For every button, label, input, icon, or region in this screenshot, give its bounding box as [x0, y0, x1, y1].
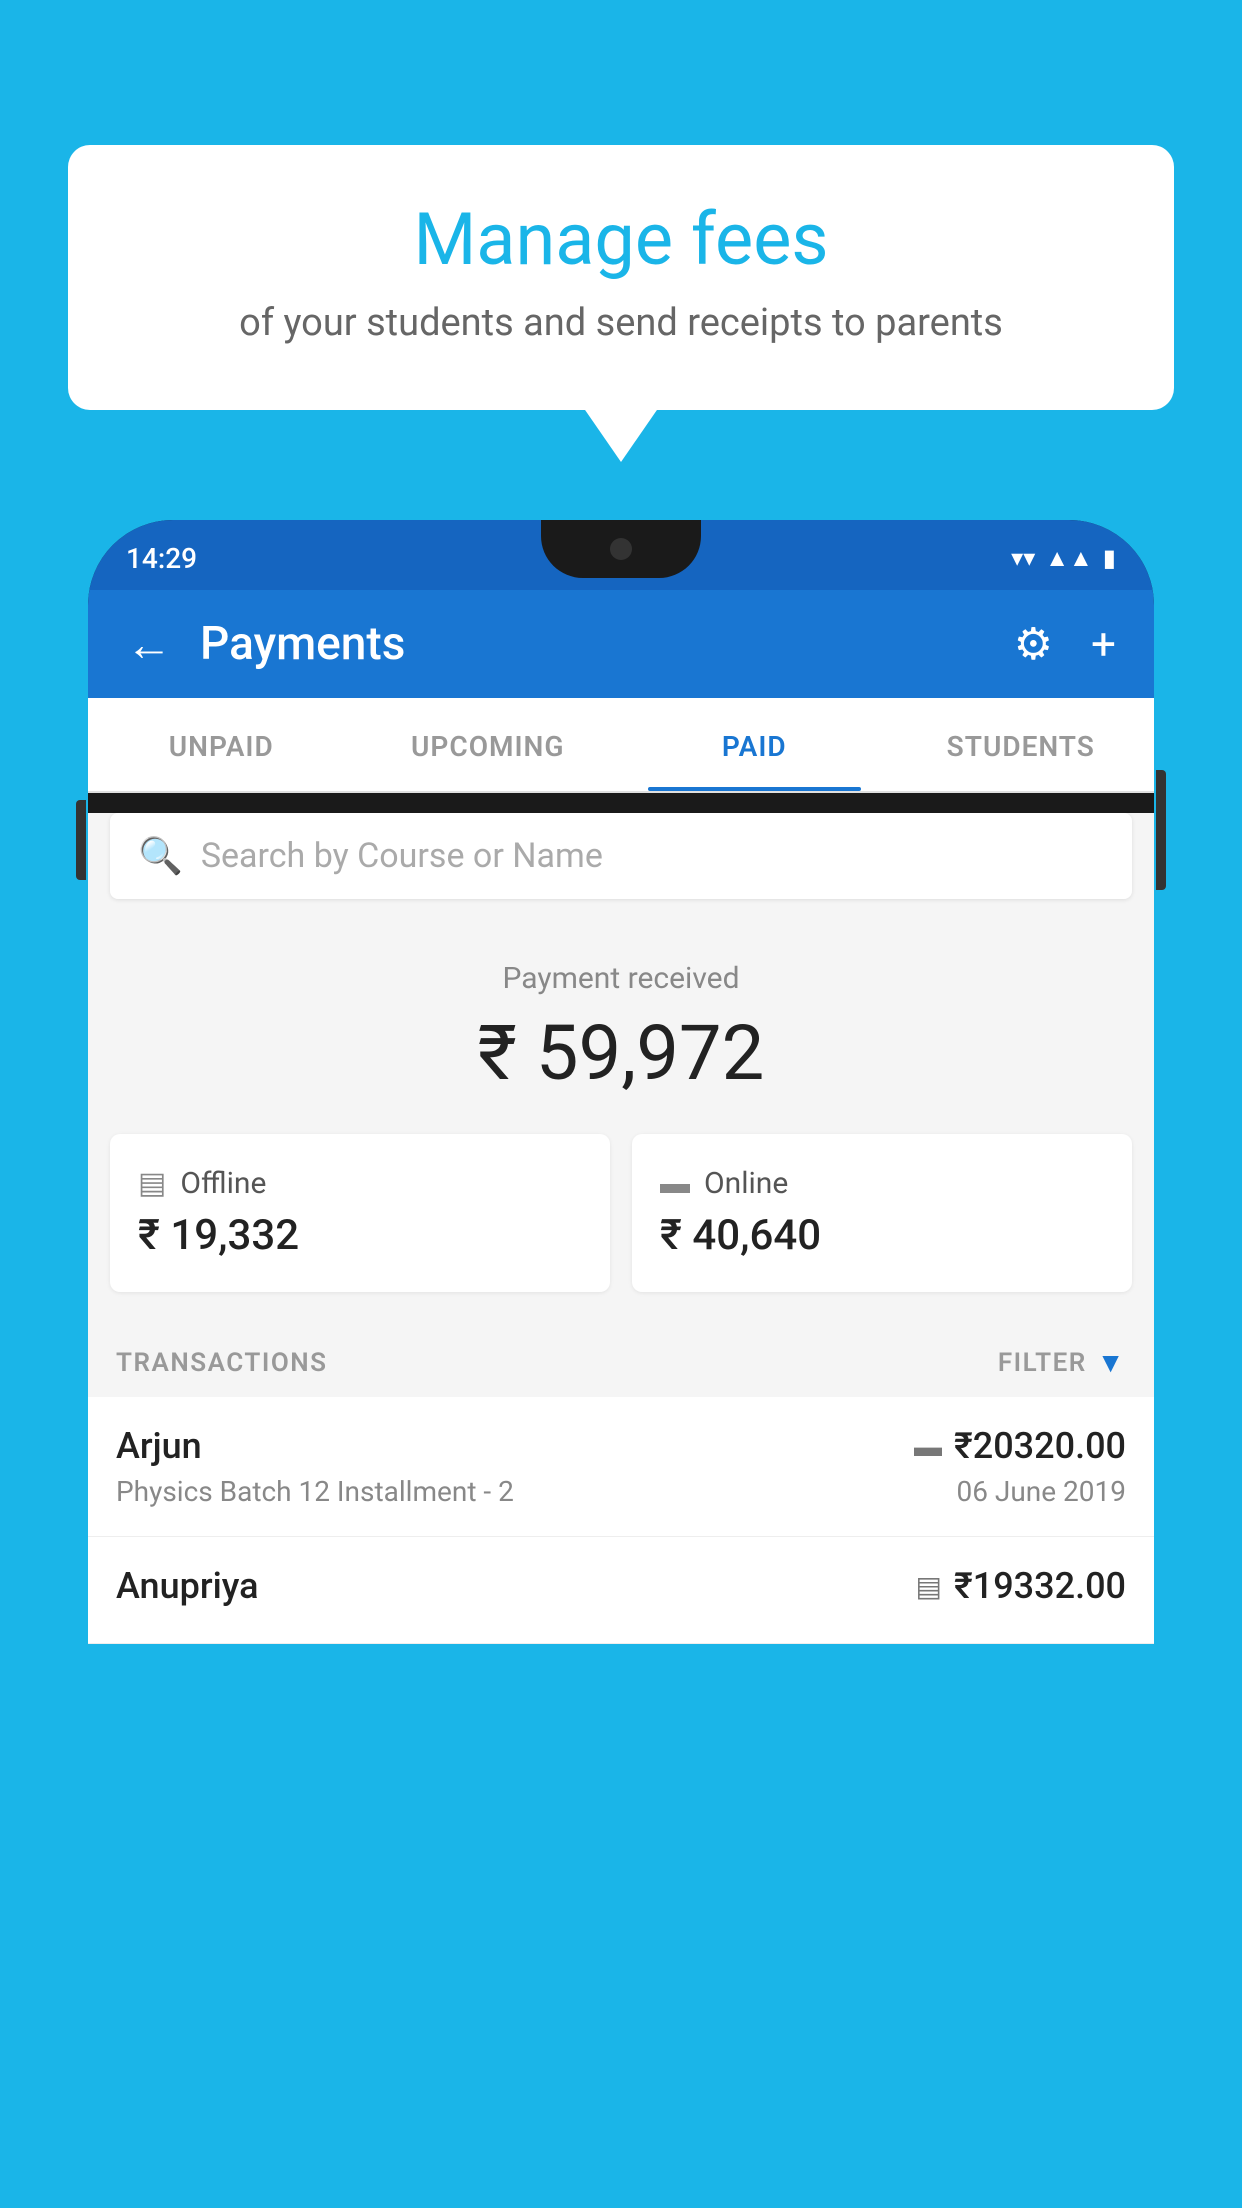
payment-received-section: Payment received ₹ 59,972 — [88, 919, 1154, 1134]
online-payment-card: ▬ Online ₹ 40,640 — [632, 1134, 1132, 1292]
content-area: 🔍 Search by Course or Name Payment recei… — [88, 813, 1154, 1644]
speech-bubble: Manage fees of your students and send re… — [68, 145, 1174, 410]
tab-students[interactable]: STUDENTS — [888, 698, 1155, 791]
transaction-name-1: Arjun — [116, 1425, 202, 1467]
status-icons: ▾▾ ▲▲ ▮ — [1011, 544, 1116, 573]
tab-upcoming[interactable]: UPCOMING — [355, 698, 622, 791]
front-camera — [610, 538, 632, 560]
phone-side-btn-right — [1156, 770, 1166, 890]
transaction-name-2: Anupriya — [116, 1565, 259, 1607]
offline-payment-card: ▤ Offline ₹ 19,332 — [110, 1134, 610, 1292]
transaction-date-1: 06 June 2019 — [956, 1475, 1126, 1508]
transactions-header: TRANSACTIONS FILTER ▼ — [88, 1324, 1154, 1397]
tab-paid[interactable]: PAID — [621, 698, 888, 791]
search-bar[interactable]: 🔍 Search by Course or Name — [110, 813, 1132, 899]
settings-icon[interactable]: ⚙ — [1014, 618, 1053, 670]
payment-received-amount: ₹ 59,972 — [88, 1008, 1154, 1098]
back-button[interactable]: ← — [126, 617, 172, 672]
filter-icon: ▼ — [1097, 1346, 1126, 1379]
bubble-title: Manage fees — [128, 200, 1114, 279]
status-time: 14:29 — [126, 542, 197, 575]
tabs-container: UNPAID UPCOMING PAID STUDENTS — [88, 698, 1154, 793]
app-bar-actions: ⚙ + — [1014, 618, 1116, 670]
search-input[interactable]: Search by Course or Name — [201, 836, 603, 876]
filter-button[interactable]: FILTER ▼ — [998, 1346, 1126, 1379]
phone-notch — [541, 520, 701, 578]
offline-icon: ▤ — [138, 1166, 166, 1201]
transaction-amount-2: ₹19332.00 — [954, 1565, 1126, 1607]
search-icon: 🔍 — [138, 835, 183, 877]
offline-label: Offline — [180, 1166, 266, 1201]
online-amount: ₹ 40,640 — [660, 1211, 1104, 1260]
transaction-row[interactable]: Anupriya ▤ ₹19332.00 — [88, 1537, 1154, 1644]
add-icon[interactable]: + — [1091, 618, 1116, 670]
transaction-amount-wrap-2: ▤ ₹19332.00 — [916, 1565, 1127, 1607]
page-title: Payments — [200, 617, 1014, 671]
payment-type-icon-1: ▬ — [914, 1430, 942, 1463]
transactions-label: TRANSACTIONS — [116, 1348, 328, 1378]
online-label: Online — [704, 1166, 788, 1201]
phone-wrapper: 14:29 ▾▾ ▲▲ ▮ ← Payments ⚙ + UNPAID UPCO… — [88, 520, 1154, 2208]
filter-label: FILTER — [998, 1348, 1087, 1378]
payment-received-label: Payment received — [88, 961, 1154, 996]
offline-amount: ₹ 19,332 — [138, 1211, 582, 1260]
online-icon: ▬ — [660, 1166, 690, 1201]
phone-side-btn-left — [76, 800, 86, 880]
transaction-row[interactable]: Arjun ▬ ₹20320.00 Physics Batch 12 Insta… — [88, 1397, 1154, 1537]
app-bar: ← Payments ⚙ + — [88, 590, 1154, 698]
transaction-amount-1: ₹20320.00 — [954, 1425, 1126, 1467]
phone-frame: 14:29 ▾▾ ▲▲ ▮ ← Payments ⚙ + UNPAID UPCO… — [88, 520, 1154, 1644]
transaction-course-1: Physics Batch 12 Installment - 2 — [116, 1475, 514, 1508]
tab-unpaid[interactable]: UNPAID — [88, 698, 355, 791]
bubble-subtitle: of your students and send receipts to pa… — [128, 297, 1114, 350]
battery-icon: ▮ — [1103, 544, 1116, 572]
wifi-icon: ▾▾ — [1011, 544, 1035, 572]
signal-icon: ▲▲ — [1045, 544, 1093, 573]
payment-cards-row: ▤ Offline ₹ 19,332 ▬ Online ₹ 40,640 — [88, 1134, 1154, 1324]
payment-type-icon-2: ▤ — [916, 1570, 942, 1603]
transaction-amount-wrap-1: ▬ ₹20320.00 — [914, 1425, 1126, 1467]
